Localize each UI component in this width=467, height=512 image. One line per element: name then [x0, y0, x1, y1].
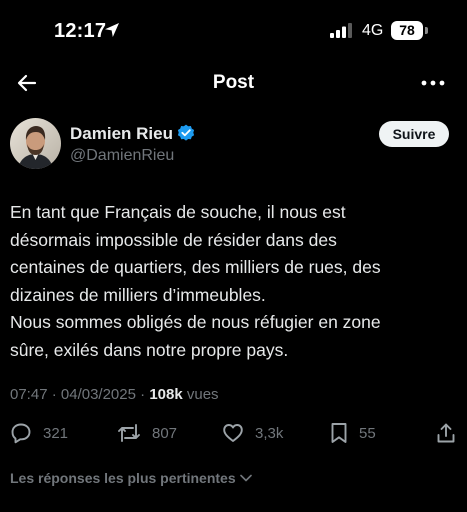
like-count: 3,3k [255, 424, 284, 442]
status-time: 12:17 [54, 20, 107, 42]
avatar[interactable] [10, 118, 61, 169]
tweet-text-line: dizaines de milliers d’immeubles. [10, 284, 266, 305]
tweet-text-line: centaines de quartiers, des milliers de … [10, 257, 381, 277]
reply-icon [11, 423, 31, 444]
status-bar: 12:17 4G 78 [0, 0, 467, 62]
share-button[interactable] [436, 418, 456, 448]
follow-button[interactable]: Suivre [379, 121, 449, 147]
network-label: 4G [362, 22, 384, 39]
tweet-meta: 07:47 · 04/03/2025 · 108k vues [10, 386, 219, 403]
tweet-text-line: Nous sommes obligés de nous réfugier en … [10, 312, 381, 332]
more-icon [421, 80, 445, 86]
replies-sort-label: Les réponses les plus pertinentes [10, 470, 236, 486]
chevron-down-icon [239, 474, 252, 482]
bookmark-icon [331, 423, 347, 443]
like-button[interactable]: 3,3k [222, 418, 283, 448]
avatar-image [10, 118, 61, 169]
bookmark-count: 55 [359, 424, 376, 442]
signal-icon [330, 23, 352, 38]
views-count[interactable]: 108k [149, 386, 182, 403]
tweet-text-line: désormais impossible de résider dans des [10, 229, 337, 250]
like-icon [223, 424, 243, 442]
page-title: Post [212, 72, 255, 93]
more-options-button[interactable] [416, 68, 450, 98]
replies-sort-dropdown[interactable]: Les réponses les plus pertinentes [10, 470, 252, 486]
share-icon [437, 423, 455, 443]
location-arrow-icon [105, 23, 119, 37]
meta-separator: · [135, 386, 150, 403]
tweet-text-line: En tant que Français de souche, il nous … [10, 202, 346, 222]
reply-button[interactable]: 321 [10, 418, 68, 448]
tweet-time[interactable]: 07:47 [10, 386, 48, 403]
nav-header: Post [0, 62, 467, 102]
author-handle[interactable]: @DamienRieu [70, 147, 174, 165]
verified-badge-icon [177, 124, 195, 141]
repost-button[interactable]: 807 [117, 418, 177, 448]
repost-count: 807 [152, 424, 178, 442]
repost-icon [118, 424, 140, 442]
tweet-date[interactable]: 04/03/2025 [61, 386, 136, 403]
meta-separator: · [47, 386, 61, 403]
author-name[interactable]: Damien Rieu [70, 124, 173, 144]
tweet-text-line: sûre, exilés dans notre propre pays. [10, 339, 289, 360]
bookmark-button[interactable]: 55 [330, 418, 376, 448]
views-label: vues [182, 386, 219, 403]
reply-count: 321 [43, 424, 69, 442]
battery-tip [425, 27, 428, 34]
action-bar: 321 807 3,3k 55 [0, 418, 467, 448]
battery-icon: 78 [391, 21, 423, 40]
tweet-text: En tant que Français de souche, il nous … [10, 199, 460, 364]
